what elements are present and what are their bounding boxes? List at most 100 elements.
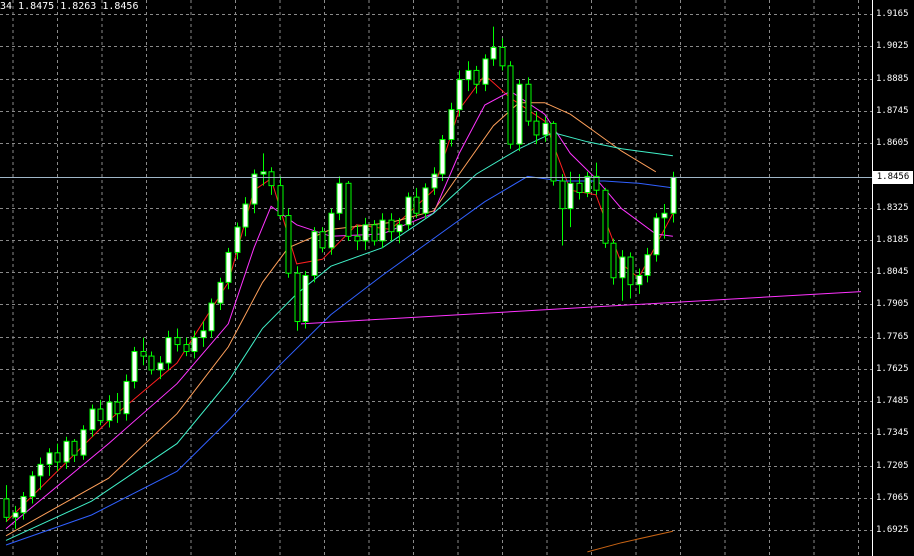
price-axis-label: 1.7765	[876, 331, 909, 342]
price-axis-label: 1.7485	[876, 396, 909, 406]
bear-candle	[602, 189, 609, 244]
price-axis-label: 1.6925	[876, 525, 909, 535]
bear-candle	[473, 69, 480, 85]
bull-candle	[584, 175, 591, 194]
bear-candle	[3, 498, 10, 518]
bull-candle	[200, 330, 207, 339]
bull-candle	[422, 187, 429, 214]
bull-candle	[328, 212, 335, 249]
price-axis-label: 1.8605	[876, 138, 909, 148]
bear-candle	[268, 171, 275, 187]
bear-candle	[54, 452, 61, 463]
bull-candle	[260, 171, 267, 175]
bull-candle	[516, 83, 523, 145]
candlesticks	[3, 26, 677, 529]
bull-candle	[362, 224, 369, 242]
bear-candle	[388, 219, 395, 233]
price-axis-label: 1.7065	[876, 492, 909, 503]
chart-grid	[0, 0, 872, 556]
price-axis-label: 1.8885	[876, 73, 909, 84]
bear-candle	[354, 235, 361, 242]
bull-candle	[225, 251, 232, 283]
bull-candle	[619, 256, 626, 279]
bear-candle	[148, 355, 155, 371]
bull-candle	[636, 274, 643, 286]
bear-candle	[140, 350, 147, 357]
bear-candle	[525, 83, 532, 122]
bull-candle	[20, 496, 27, 514]
bull-candle	[46, 452, 53, 465]
price-axis-label: 1.8745	[876, 105, 909, 116]
bear-candle	[559, 180, 566, 210]
bear-candle	[345, 182, 352, 237]
bull-candle	[661, 212, 668, 219]
bull-candle	[431, 173, 438, 189]
bull-candle	[251, 173, 258, 205]
bull-candle	[217, 281, 224, 304]
bear-candle	[114, 401, 121, 415]
price-axis-label: 1.7205	[876, 460, 909, 471]
bull-candle	[131, 350, 138, 382]
bear-candle	[413, 196, 420, 214]
bear-candle	[285, 215, 292, 274]
bull-candle	[653, 217, 660, 256]
bear-candle	[319, 231, 326, 249]
bull-candle	[157, 362, 164, 371]
price-axis-label: 1.7625	[876, 363, 909, 374]
bull-candle	[80, 429, 87, 456]
bull-candle	[448, 109, 455, 141]
support-trendline	[300, 291, 862, 325]
moving-average-3	[5, 102, 657, 537]
bull-candle	[456, 79, 463, 111]
bull-candle	[208, 302, 215, 332]
price-axis-label: 1.9025	[876, 41, 909, 52]
bull-candle	[234, 226, 241, 253]
moving-average-2	[5, 90, 673, 530]
bear-candle	[499, 46, 506, 67]
bear-candle	[627, 256, 634, 286]
price-axis-label: 1.7905	[876, 299, 909, 310]
bull-candle	[396, 224, 403, 233]
bull-candle	[490, 46, 497, 60]
moving-average-5	[5, 175, 673, 546]
bear-candle	[71, 440, 78, 456]
bear-candle	[97, 408, 104, 422]
bear-candle	[610, 242, 617, 279]
ohlc-readout: 34 1.8475 1.8263 1.8456	[0, 1, 139, 12]
price-axis-label: 1.8325	[876, 202, 909, 213]
bull-candle	[482, 58, 489, 85]
bull-candle	[191, 337, 198, 352]
price-axis-label: 1.8185	[876, 234, 909, 245]
bear-candle	[174, 337, 181, 346]
bull-candle	[644, 254, 651, 276]
bull-candle	[29, 475, 36, 498]
bear-candle	[371, 224, 378, 242]
moving-average-6	[587, 530, 674, 553]
bear-candle	[576, 182, 583, 194]
bear-candle	[294, 272, 301, 323]
bull-candle	[302, 274, 309, 323]
bull-candle	[12, 512, 19, 518]
bull-candle	[465, 69, 472, 81]
price-chart[interactable]	[0, 0, 914, 556]
trendlines	[300, 291, 862, 325]
bear-candle	[277, 185, 284, 217]
bull-candle	[379, 219, 386, 242]
bull-candle	[242, 203, 249, 228]
price-axis-label: 1.7345	[876, 428, 909, 439]
bull-candle	[37, 463, 44, 477]
bull-candle	[439, 139, 446, 175]
bull-candle	[670, 176, 677, 214]
price-axis-label: 1.9165	[876, 9, 909, 19]
bull-candle	[405, 196, 412, 226]
bull-candle	[336, 182, 343, 214]
bull-candle	[89, 408, 96, 431]
bear-candle	[507, 65, 514, 145]
moving-average-lines	[5, 74, 674, 553]
price-axis-label: 1.8045	[876, 267, 909, 277]
bull-candle	[542, 122, 549, 136]
bear-candle	[550, 122, 557, 182]
bull-candle	[63, 440, 70, 463]
current-price-tag: 1.8456	[873, 171, 913, 184]
bull-candle	[106, 401, 113, 422]
